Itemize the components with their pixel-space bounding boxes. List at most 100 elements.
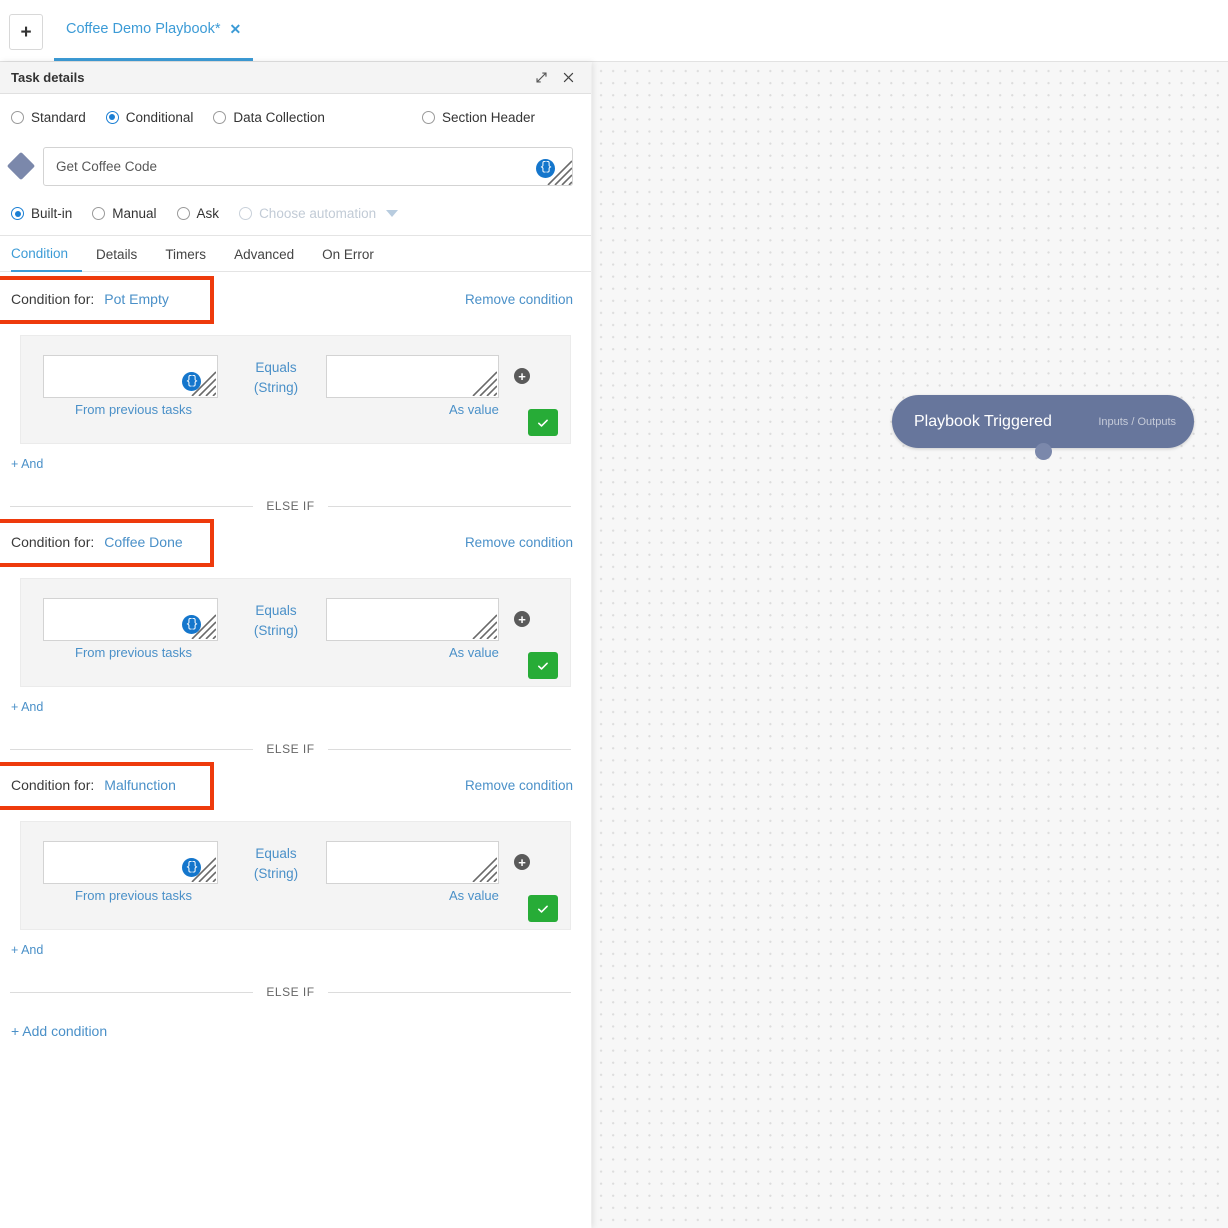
- expand-icon[interactable]: [535, 71, 548, 84]
- panel-header-actions: [535, 71, 575, 84]
- check-icon: [538, 662, 548, 670]
- plus-circle-icon[interactable]: +: [514, 611, 530, 627]
- remove-condition-link[interactable]: Remove condition: [465, 535, 573, 550]
- check-icon: [538, 419, 548, 427]
- as-value-link[interactable]: As value: [449, 888, 499, 903]
- tab-timers[interactable]: Timers: [151, 247, 220, 271]
- task-name-input-wrap: {}: [43, 146, 573, 186]
- tab-on-error[interactable]: On Error: [308, 247, 388, 271]
- condition-name-link[interactable]: Coffee Done: [104, 534, 182, 550]
- condition-operator[interactable]: Equals (String): [240, 844, 312, 884]
- condition-header: Condition for: Coffee Done Remove condit…: [0, 515, 591, 569]
- resize-handle-icon: [472, 371, 497, 396]
- radio-label: Standard: [31, 109, 86, 125]
- add-and-link[interactable]: + And: [11, 457, 43, 471]
- operator-line-1: Equals: [255, 846, 297, 861]
- as-value-link[interactable]: As value: [449, 402, 499, 417]
- task-details-panel: Task details Standard Conditional Data C…: [0, 62, 591, 1228]
- else-if-label: ELSE IF: [266, 985, 315, 999]
- from-previous-tasks-link[interactable]: From previous tasks: [75, 402, 192, 417]
- from-previous-tasks-link[interactable]: From previous tasks: [75, 888, 192, 903]
- plus-circle-icon[interactable]: +: [514, 854, 530, 870]
- radio-ask[interactable]: Ask: [176, 206, 219, 221]
- playbook-canvas[interactable]: Playbook Triggered Inputs / Outputs: [592, 62, 1228, 1228]
- plus-icon: +: [20, 21, 32, 43]
- condition-row: {} Equals (String) From previous tasks A…: [20, 335, 571, 444]
- radio-manual[interactable]: Manual: [92, 206, 157, 221]
- radio-label: Section Header: [441, 109, 535, 125]
- task-name-input[interactable]: [43, 146, 573, 186]
- radio-section-header[interactable]: Section Header: [421, 109, 535, 125]
- condition-right-input[interactable]: [326, 841, 499, 884]
- task-name-row: {}: [0, 140, 591, 192]
- operator-line-2: (String): [253, 866, 299, 881]
- else-if-label: ELSE IF: [266, 742, 315, 756]
- operator-line-1: Equals: [255, 360, 297, 375]
- radio-built-in[interactable]: Built-in: [11, 206, 72, 221]
- close-icon[interactable]: [562, 71, 575, 84]
- radio-dot-icon: [11, 207, 24, 220]
- condition-header: Condition for: Pot Empty Remove conditio…: [0, 272, 591, 326]
- add-condition-link[interactable]: + Add condition: [11, 1023, 107, 1039]
- radio-choose-automation: Choose automation: [239, 206, 399, 221]
- radio-label: Conditional: [125, 109, 194, 125]
- operator-line-2: (String): [253, 623, 299, 638]
- condition-operator[interactable]: Equals (String): [240, 601, 312, 641]
- condition-left-input[interactable]: {}: [43, 598, 218, 641]
- node-inputs-outputs-label[interactable]: Inputs / Outputs: [1098, 416, 1176, 428]
- braces-icon[interactable]: {}: [182, 615, 201, 634]
- condition-right-input[interactable]: [326, 598, 499, 641]
- new-tab-button[interactable]: +: [9, 14, 43, 50]
- radio-dot-icon: [213, 110, 227, 124]
- plus-circle-icon[interactable]: +: [514, 368, 530, 384]
- node-playbook-triggered[interactable]: Playbook Triggered Inputs / Outputs: [892, 395, 1194, 448]
- close-icon[interactable]: ✕: [230, 21, 242, 38]
- condition-for-label: Condition for:: [11, 534, 95, 550]
- radio-conditional[interactable]: Conditional: [105, 109, 194, 125]
- tab-condition[interactable]: Condition: [11, 246, 83, 272]
- condition-name-link[interactable]: Pot Empty: [104, 291, 169, 307]
- separator-line: [327, 748, 571, 750]
- radio-dot-icon: [11, 110, 24, 124]
- braces-icon[interactable]: {}: [182, 858, 201, 877]
- node-output-port[interactable]: [1035, 443, 1052, 460]
- else-if-separator: ELSE IF: [10, 740, 571, 758]
- condition-name-link[interactable]: Malfunction: [104, 777, 176, 793]
- resize-handle-icon: [472, 614, 497, 639]
- node-title: Playbook Triggered: [914, 412, 1052, 430]
- confirm-condition-button[interactable]: [528, 409, 558, 436]
- condition-left-input[interactable]: {}: [43, 355, 218, 398]
- tab-details[interactable]: Details: [82, 247, 151, 271]
- radio-label: Data Collection: [233, 109, 325, 125]
- separator-line: [327, 991, 571, 993]
- condition-left-input[interactable]: {}: [43, 841, 218, 884]
- condition-right-input[interactable]: [326, 355, 499, 398]
- else-if-separator: ELSE IF: [10, 497, 571, 515]
- braces-icon[interactable]: {}: [182, 372, 201, 391]
- radio-data-collection[interactable]: Data Collection: [213, 110, 325, 125]
- add-and-link[interactable]: + And: [11, 943, 43, 957]
- radio-dot-icon: [239, 207, 253, 220]
- resize-handle-icon: [472, 857, 497, 882]
- condition-operator[interactable]: Equals (String): [240, 358, 312, 398]
- tab-advanced[interactable]: Advanced: [220, 247, 308, 271]
- radio-standard[interactable]: Standard: [11, 110, 86, 125]
- task-detail-tabs: Condition Details Timers Advanced On Err…: [0, 236, 591, 272]
- radio-dot-icon: [176, 207, 190, 220]
- remove-condition-link[interactable]: Remove condition: [465, 292, 573, 307]
- remove-condition-link[interactable]: Remove condition: [465, 778, 573, 793]
- separator-line: [327, 505, 571, 507]
- document-tab[interactable]: Coffee Demo Playbook* ✕: [54, 0, 254, 61]
- confirm-condition-button[interactable]: [528, 652, 558, 679]
- radio-label: Built-in: [31, 206, 73, 221]
- diamond-icon: [6, 151, 36, 181]
- task-type-radio-group: Standard Conditional Data Collection Sec…: [0, 94, 591, 140]
- as-value-link[interactable]: As value: [449, 645, 499, 660]
- add-and-link[interactable]: + And: [11, 700, 43, 714]
- confirm-condition-button[interactable]: [528, 895, 558, 922]
- braces-icon[interactable]: {}: [536, 158, 555, 178]
- panel-title: Task details: [11, 70, 85, 85]
- from-previous-tasks-link[interactable]: From previous tasks: [75, 645, 192, 660]
- radio-label: Choose automation: [259, 206, 377, 221]
- else-if-separator: ELSE IF: [10, 983, 571, 1001]
